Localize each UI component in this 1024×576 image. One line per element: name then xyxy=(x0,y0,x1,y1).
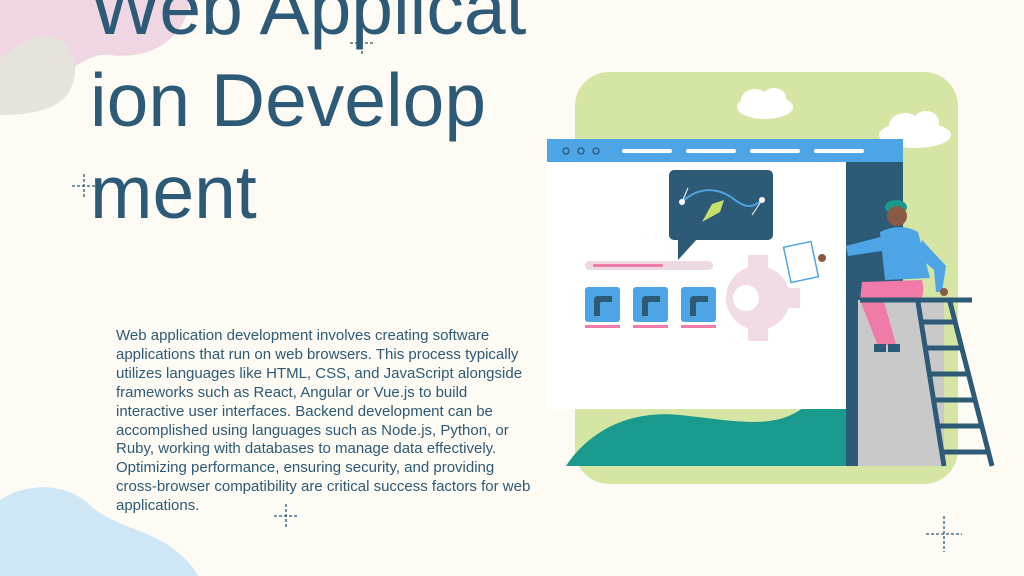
sparkle-icon xyxy=(926,516,962,552)
slide-title: Web Application Development xyxy=(90,0,527,234)
slide-body-text: Web application development involves cre… xyxy=(116,327,531,515)
browser-window-illustration xyxy=(547,72,995,484)
